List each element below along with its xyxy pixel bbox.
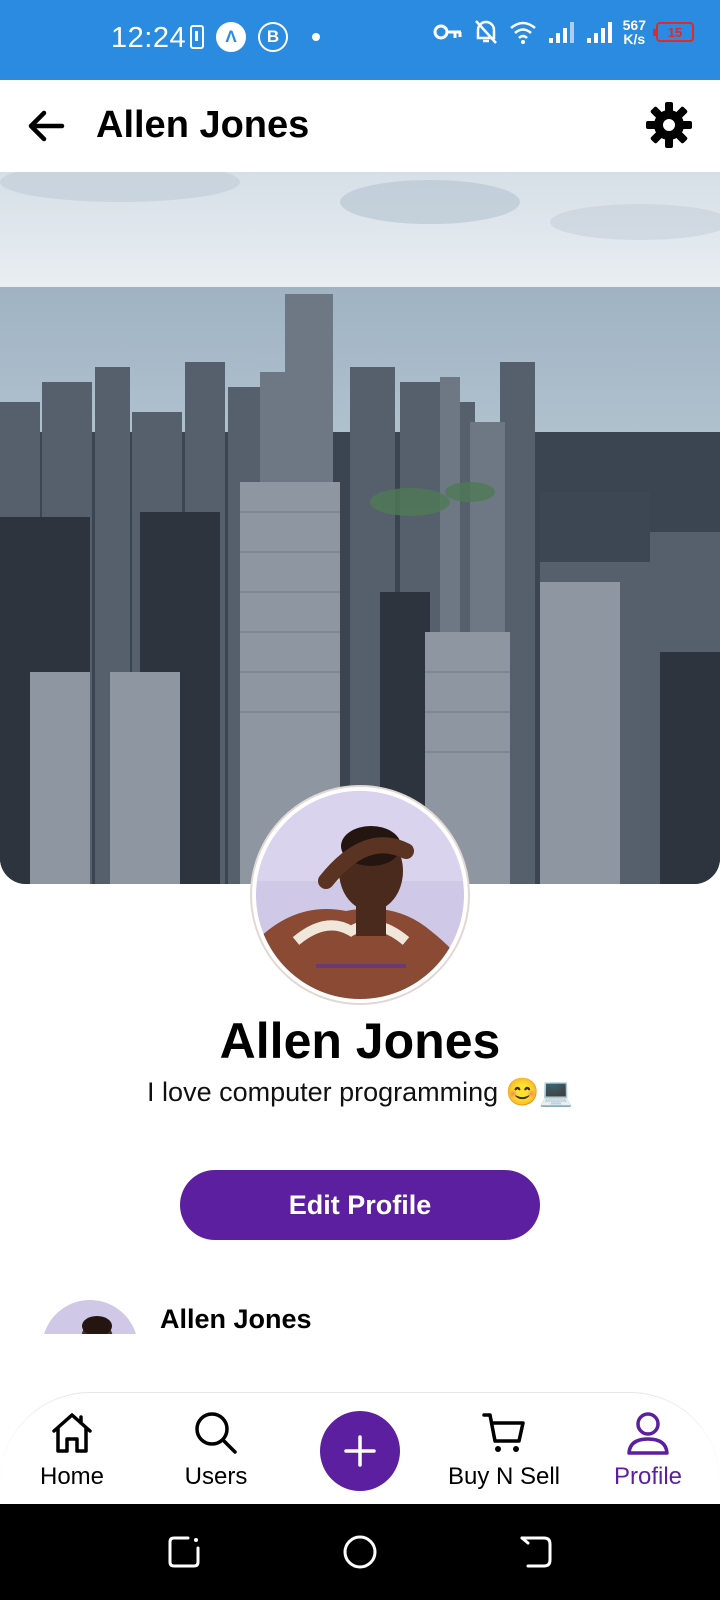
app-notification-icon: Λ (216, 22, 246, 52)
nav-item-profile[interactable]: Profile (578, 1409, 718, 1491)
more-notifications-dot (312, 33, 320, 41)
status-bar: 12:24 Λ B 567 K/s 15 (0, 0, 720, 80)
back-system-icon[interactable] (518, 1534, 554, 1570)
nav-item-buy-n-sell[interactable]: Buy N Sell (434, 1409, 574, 1491)
back-arrow-icon[interactable] (22, 102, 70, 150)
app-bar: Allen Jones (0, 80, 720, 172)
system-nav-bar (0, 1504, 720, 1600)
battery-icon: 15 (653, 22, 694, 42)
page-title: Allen Jones (96, 104, 310, 146)
cover-image (0, 172, 720, 884)
post-preview[interactable]: Allen Jones (0, 1300, 720, 1334)
avatar-photo (256, 791, 464, 999)
nav-item-users[interactable]: Users (146, 1409, 286, 1491)
nav-label-home: Home (39, 1463, 105, 1490)
signal-icon-1 (548, 22, 574, 43)
profile-bio: I love computer programming 😊💻 (147, 1077, 573, 1107)
net-speed: 567 K/s (623, 18, 646, 46)
vpn-key-icon (433, 24, 462, 40)
net-speed-unit: K/s (623, 31, 646, 47)
post-author-avatar[interactable] (42, 1300, 138, 1334)
nav-label-buy-n-sell: Buy N Sell (447, 1463, 561, 1490)
mute-bell-icon (474, 20, 497, 44)
home-circle-icon[interactable] (342, 1534, 378, 1570)
signal-icon-2 (586, 22, 612, 43)
plus-icon (344, 1435, 376, 1467)
edit-profile-button[interactable]: Edit Profile (180, 1170, 540, 1240)
post-author-name[interactable]: Allen Jones (160, 1304, 312, 1334)
recent-apps-icon[interactable] (166, 1534, 202, 1570)
nav-label-users: Users (184, 1463, 248, 1490)
profile-name: Allen Jones (219, 1013, 501, 1069)
city-skyline-graphic (0, 172, 720, 884)
person-icon (627, 1412, 669, 1455)
nav-item-home[interactable]: Home (2, 1409, 142, 1491)
bitcoin-notification-icon: B (258, 22, 288, 52)
wifi-icon (509, 21, 536, 44)
status-left-icons: Λ B (190, 22, 320, 52)
add-post-button[interactable] (320, 1411, 400, 1491)
status-time: 12:24 (111, 22, 187, 54)
bottom-nav: Home Users Buy N Sell Profile (0, 1392, 720, 1504)
status-right-icons: 567 K/s 15 (433, 18, 694, 46)
search-icon (195, 1412, 237, 1454)
cart-icon (482, 1413, 525, 1452)
battery-saver-icon (190, 25, 204, 49)
home-icon (52, 1413, 92, 1453)
battery-level: 15 (667, 24, 683, 40)
gear-icon[interactable] (644, 100, 694, 150)
net-speed-value: 567 (622, 17, 646, 33)
profile-avatar[interactable] (250, 785, 470, 1005)
nav-label-profile: Profile (613, 1463, 683, 1490)
